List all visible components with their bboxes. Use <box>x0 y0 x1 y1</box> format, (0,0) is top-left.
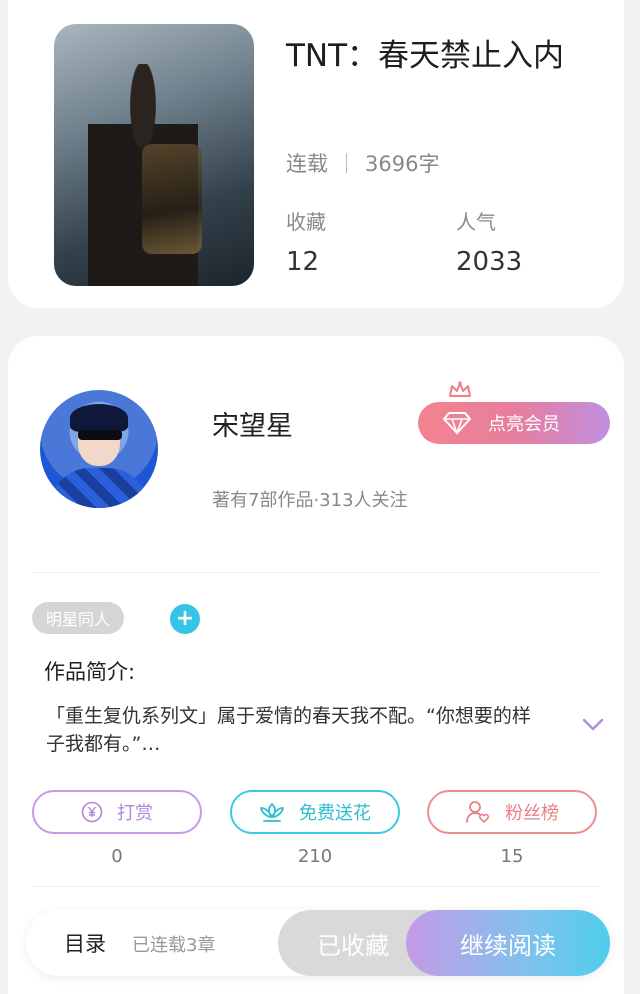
reward-label: 打赏 <box>117 803 153 824</box>
book-status: 连载 <box>286 152 328 176</box>
continue-reading-label: 继续阅读 <box>460 931 556 960</box>
continue-reading-button[interactable]: 继续阅读 <box>406 910 610 976</box>
collected-label: 已收藏 <box>317 931 389 960</box>
author-card: 宋望星 著有7部作品·313人关注 点亮会员 明星同人 + 作品简介: 「重生复… <box>8 336 624 994</box>
favorites-value: 12 <box>286 247 320 277</box>
author-avatar[interactable] <box>40 390 158 508</box>
yen-coin-icon <box>81 801 103 823</box>
favorites-stat: 收藏 12 <box>286 206 326 277</box>
avatar-glasses <box>78 430 122 440</box>
cover-jacket-detail <box>142 144 202 254</box>
table-of-contents-link[interactable]: 目录 <box>64 928 106 958</box>
intro-text: 「重生复仇系列文」属于爱情的春天我不配。“你想要的样子我都有。”… <box>46 705 531 755</box>
avatar-shirt <box>50 468 148 508</box>
favorites-label: 收藏 <box>286 210 326 234</box>
section-divider <box>32 572 600 573</box>
author-name[interactable]: 宋望星 <box>212 404 293 443</box>
add-tag-button[interactable]: + <box>170 604 200 634</box>
bottom-action-bar: 目录 已连载3章 已收藏 继续阅读 <box>26 910 610 976</box>
flower-count: 210 <box>297 846 333 867</box>
book-cover-image[interactable] <box>54 24 254 286</box>
crown-icon <box>449 381 471 397</box>
reward-button[interactable]: 打赏 <box>32 790 202 834</box>
fan-count: 15 <box>500 846 524 867</box>
popularity-value: 2033 <box>456 247 523 277</box>
intro-title: 作品简介: <box>44 660 136 684</box>
popularity-label: 人气 <box>456 210 496 234</box>
genre-tag[interactable]: 明星同人 <box>32 602 125 634</box>
book-word-count: 3696字 <box>365 152 440 176</box>
reward-count: 0 <box>111 846 123 867</box>
fan-ranking-button[interactable]: 粉丝榜 <box>427 790 597 834</box>
fan-user-icon <box>466 801 490 823</box>
actions-divider <box>32 886 600 887</box>
chapters-count[interactable]: 已连载3章 <box>132 931 215 957</box>
send-flower-button[interactable]: 免费送花 <box>230 790 400 834</box>
popularity-stat: 人气 2033 <box>456 206 522 277</box>
diamond-icon <box>443 412 471 435</box>
fan-ranking-label: 粉丝榜 <box>505 803 559 824</box>
book-info-card: TNT：春天禁止入内 连载 3696字 收藏 12 人气 2033 <box>8 0 624 308</box>
book-meta: 连载 3696字 <box>286 148 439 178</box>
send-flower-label: 免费送花 <box>299 803 371 824</box>
flower-icon <box>260 802 284 822</box>
meta-divider <box>346 153 347 173</box>
author-summary: 著有7部作品·313人关注 <box>212 490 408 511</box>
chevron-down-icon[interactable] <box>582 718 604 732</box>
vip-button-label: 点亮会员 <box>488 414 560 435</box>
vip-button[interactable]: 点亮会员 <box>418 402 610 444</box>
avatar-hair <box>70 404 128 432</box>
book-title: TNT：春天禁止入内 <box>286 38 565 74</box>
